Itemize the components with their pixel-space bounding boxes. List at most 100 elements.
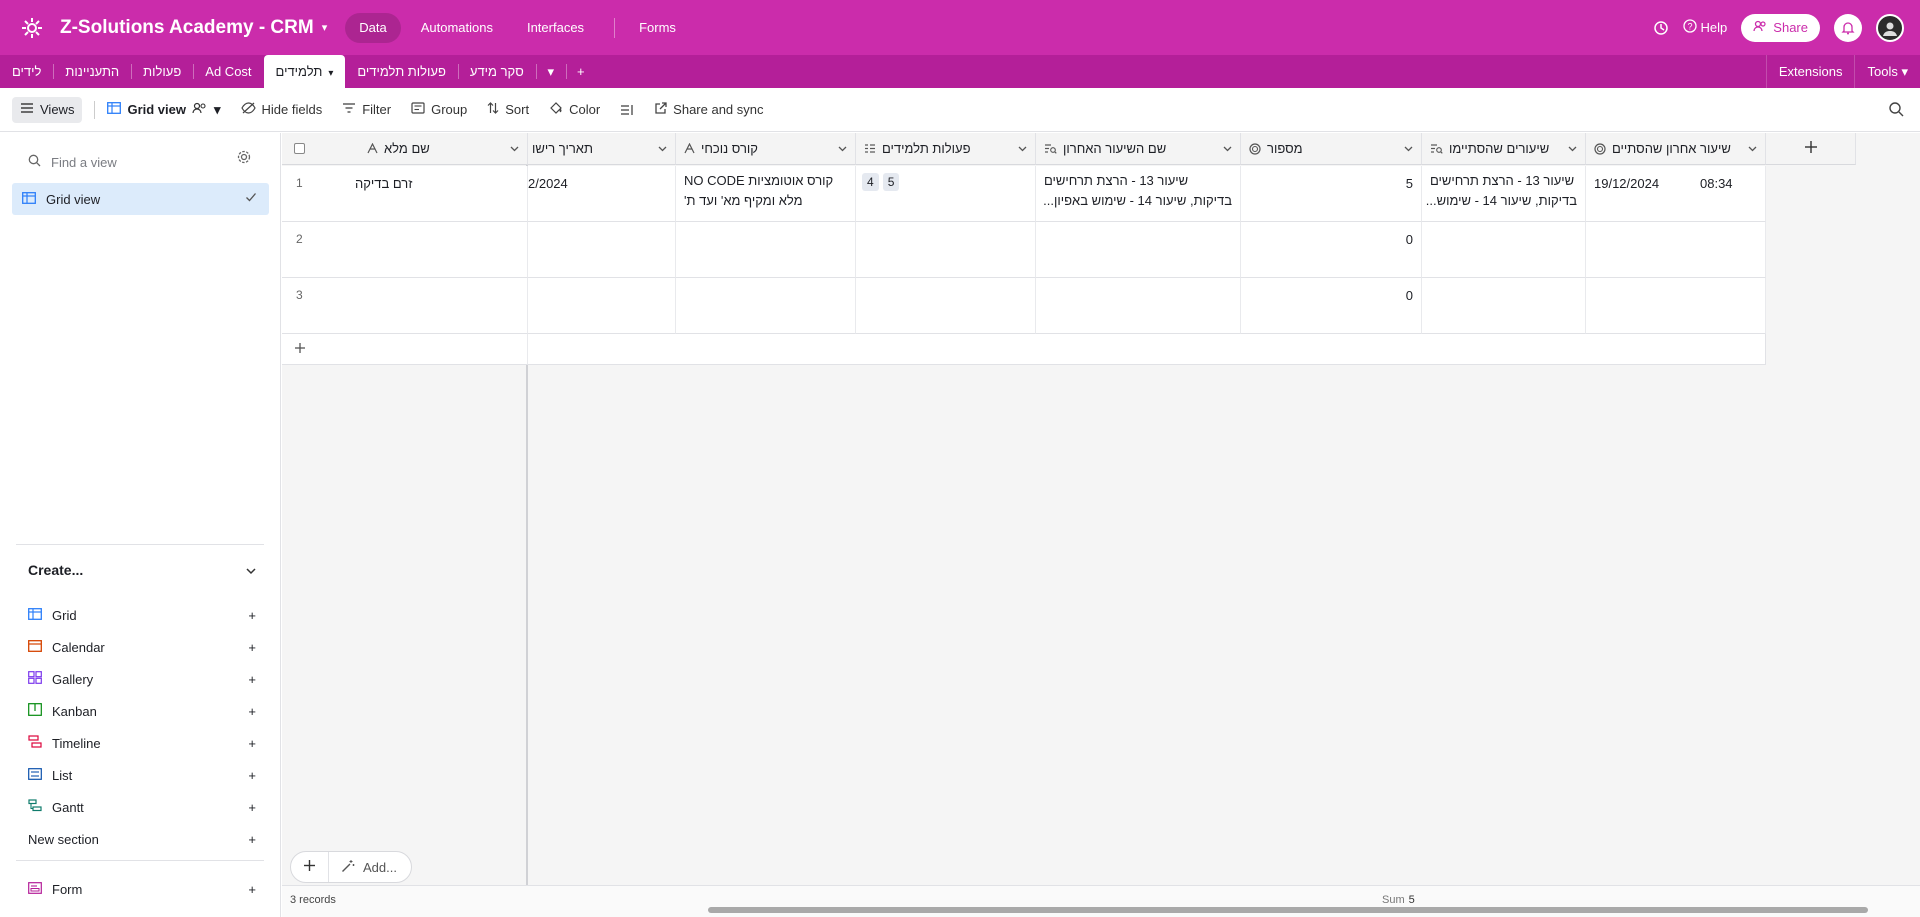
plus-icon[interactable]: + — [248, 672, 256, 687]
cell-last-lesson[interactable] — [1036, 278, 1241, 334]
header-student-actions[interactable]: פעולות תלמידים — [856, 133, 1036, 165]
plus-icon[interactable]: + — [248, 608, 256, 623]
cell-current-course[interactable] — [676, 222, 856, 278]
find-view-field[interactable]: Find a view — [28, 151, 256, 173]
chevron-down-icon[interactable] — [1223, 146, 1232, 152]
create-gallery[interactable]: Gallery + — [28, 663, 256, 695]
cell-numbering[interactable]: 5 — [1241, 166, 1422, 222]
nav-forms[interactable]: Forms — [625, 13, 690, 43]
nav-data[interactable]: Data — [345, 12, 401, 43]
create-gantt[interactable]: Gantt + — [28, 791, 256, 823]
tab-actions[interactable]: פעולות — [131, 55, 193, 88]
filter-button[interactable]: Filter — [342, 102, 391, 117]
color-button[interactable]: Color — [549, 101, 600, 118]
share-button[interactable]: Share — [1741, 13, 1820, 42]
cell-last-lesson[interactable] — [1036, 222, 1241, 278]
create-list-view[interactable]: List + — [28, 759, 256, 791]
history-icon[interactable] — [1653, 20, 1669, 36]
chevron-down-icon[interactable] — [1568, 146, 1577, 152]
chevron-down-icon[interactable] — [246, 562, 256, 578]
gear-icon[interactable] — [236, 149, 252, 168]
create-form[interactable]: Form + — [28, 873, 256, 905]
nav-interfaces[interactable]: Interfaces — [513, 13, 598, 43]
cell-last-completed[interactable] — [1586, 278, 1766, 334]
header-reg-date[interactable]: תאריך רישו — [528, 133, 676, 165]
views-toggle-button[interactable]: Views — [12, 96, 83, 123]
group-button[interactable]: Group — [411, 102, 467, 117]
tables-menu-chevron-icon[interactable]: ▾ — [535, 55, 566, 88]
create-kanban[interactable]: Kanban + — [28, 695, 256, 727]
add-with-ai-button[interactable]: Add... — [329, 852, 411, 882]
app-title[interactable]: Z-Solutions Academy - CRM — [60, 17, 314, 39]
header-last-lesson[interactable]: שם השיעור האחרון — [1036, 133, 1241, 165]
cell-last-completed[interactable]: 19/12/2024 08:34 — [1586, 166, 1766, 222]
sum-summary[interactable]: Sum 5 — [1382, 894, 1415, 906]
chevron-down-icon[interactable] — [1404, 146, 1413, 152]
row-height-icon[interactable] — [620, 104, 634, 116]
tools-button[interactable]: Tools ▾ — [1854, 55, 1920, 88]
table-row[interactable]: 2 — [282, 222, 528, 278]
chevron-down-icon[interactable] — [658, 146, 667, 152]
view-item-grid[interactable]: Grid view — [12, 183, 269, 215]
add-row-button[interactable] — [282, 334, 528, 365]
sort-button[interactable]: Sort — [487, 102, 529, 117]
view-name-button[interactable]: Grid view ▾ — [107, 102, 221, 118]
tab-ad-cost[interactable]: Ad Cost — [193, 55, 263, 88]
table-row[interactable]: 1 זרם בדיקה — [282, 166, 528, 222]
notifications-icon[interactable] — [1834, 13, 1862, 42]
cell-numbering[interactable]: 0 — [1241, 278, 1422, 334]
cell-completed-lessons[interactable]: שיעור 13 - הרצת תרחישים בדיקות, שיעור 14… — [1422, 166, 1586, 222]
horizontal-scrollbar[interactable] — [708, 907, 1868, 913]
tab-info-survey[interactable]: סקר מידע — [457, 55, 536, 88]
avatar[interactable] — [1876, 13, 1904, 42]
cell-reg-date[interactable] — [528, 222, 676, 278]
create-new-section[interactable]: New section + — [28, 823, 256, 855]
linked-record-chip[interactable]: 4 — [862, 173, 879, 191]
hide-fields-button[interactable]: Hide fields — [240, 102, 322, 117]
search-icon[interactable] — [1888, 101, 1904, 120]
chevron-down-icon[interactable] — [510, 146, 519, 152]
plus-icon[interactable]: + — [248, 704, 256, 719]
plus-icon[interactable]: + — [248, 832, 256, 847]
help-button[interactable]: ? Help — [1682, 19, 1727, 36]
extensions-button[interactable]: Extensions — [1765, 55, 1855, 88]
base-settings-icon[interactable] — [20, 16, 44, 40]
chevron-down-icon[interactable] — [838, 146, 847, 152]
plus-icon[interactable]: + — [248, 882, 256, 897]
header-completed-lessons[interactable]: שיעורים שהסתיימו — [1422, 133, 1586, 165]
cell-reg-date[interactable]: 2/2024 — [528, 166, 676, 222]
plus-icon[interactable]: + — [248, 640, 256, 655]
add-table-icon[interactable]: + — [565, 55, 596, 88]
header-numbering[interactable]: מספור — [1241, 133, 1422, 165]
cell-last-completed[interactable] — [1586, 222, 1766, 278]
share-sync-button[interactable]: Share and sync — [654, 101, 764, 118]
plus-icon[interactable]: + — [248, 800, 256, 815]
cell-numbering[interactable]: 0 — [1241, 222, 1422, 278]
chevron-down-icon[interactable]: ▾ — [322, 21, 328, 34]
chevron-down-icon[interactable] — [1018, 146, 1027, 152]
cell-completed-lessons[interactable] — [1422, 222, 1586, 278]
chevron-down-icon[interactable]: ▾ — [328, 68, 333, 79]
create-timeline[interactable]: Timeline + — [28, 727, 256, 759]
chevron-down-icon[interactable] — [1748, 146, 1757, 152]
header-primary[interactable]: שם מלא — [282, 133, 528, 165]
select-all-checkbox[interactable] — [294, 143, 305, 154]
linked-record-chip[interactable]: 5 — [882, 173, 900, 191]
create-calendar[interactable]: Calendar + — [28, 631, 256, 663]
cell-student-actions[interactable] — [856, 278, 1036, 334]
plus-icon[interactable]: + — [248, 768, 256, 783]
create-grid[interactable]: Grid + — [28, 599, 256, 631]
add-record-button[interactable] — [291, 852, 329, 882]
chevron-down-icon[interactable]: ▾ — [214, 102, 221, 118]
cell-full-name[interactable]: זרם בדיקה — [355, 176, 412, 191]
create-section-header[interactable]: Create... — [28, 559, 256, 581]
cell-current-course[interactable] — [676, 278, 856, 334]
cell-student-actions[interactable]: 45 — [856, 166, 1036, 222]
tab-leads[interactable]: לידים — [0, 55, 53, 88]
nav-automations[interactable]: Automations — [407, 13, 507, 43]
cell-student-actions[interactable] — [856, 222, 1036, 278]
cell-completed-lessons[interactable] — [1422, 278, 1586, 334]
add-field-button[interactable] — [1766, 133, 1856, 165]
cell-last-lesson[interactable]: שיעור 13 - הרצת תרחישים בדיקות, שיעור 14… — [1036, 166, 1241, 222]
tab-student-actions[interactable]: פעולות תלמידים — [345, 55, 458, 88]
